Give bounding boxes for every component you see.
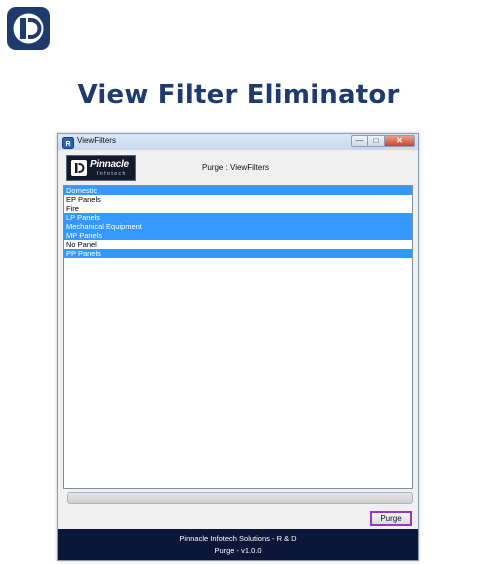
company-logo: Pinnacle Infotech [66,155,136,181]
minimize-button[interactable]: — [351,135,368,147]
pinnacle-mark-icon [71,160,87,176]
footer-company: Pinnacle Infotech Solutions - R & D [179,534,297,543]
progress-bar [67,492,413,504]
list-item[interactable]: Domestic [64,186,412,195]
list-item[interactable]: Mechanical Equipment [64,222,412,231]
footer: Pinnacle Infotech Solutions - R & D Purg… [58,529,418,560]
title-bar[interactable]: R ViewFilters — □ ✕ [58,134,418,150]
footer-version: Purge - v1.0.0 [214,546,262,555]
company-name: Pinnacle [90,159,129,170]
window-title: ViewFilters [77,136,116,145]
svg-text:R: R [65,141,70,148]
list-item[interactable]: MP Panels [64,231,412,240]
list-item[interactable]: No Panel [64,240,412,249]
viewfilters-window: R ViewFilters — □ ✕ Pinnacle Infotech Pu… [57,133,419,561]
pinnacle-d-logo-icon [7,7,50,50]
list-item[interactable]: PP Panels [64,249,412,258]
dialog-caption: Purge : ViewFilters [202,163,269,172]
list-item[interactable]: Fire [64,204,412,213]
purge-button[interactable]: Purge [370,511,412,526]
maximize-button[interactable]: □ [368,135,385,147]
page: View Filter Eliminator R ViewFilters — □… [0,0,477,564]
page-title: View Filter Eliminator [77,80,400,110]
view-filter-list[interactable]: Domestic EP Panels Fire LP Panels Mechan… [63,185,413,489]
window-controls: — □ ✕ [351,135,415,147]
company-subtitle: Infotech [97,171,127,177]
revit-app-icon: R [62,136,74,149]
list-item[interactable]: LP Panels [64,213,412,222]
list-item[interactable]: EP Panels [64,195,412,204]
dialog-header: Pinnacle Infotech Purge : ViewFilters [62,152,414,184]
close-button[interactable]: ✕ [385,135,415,147]
